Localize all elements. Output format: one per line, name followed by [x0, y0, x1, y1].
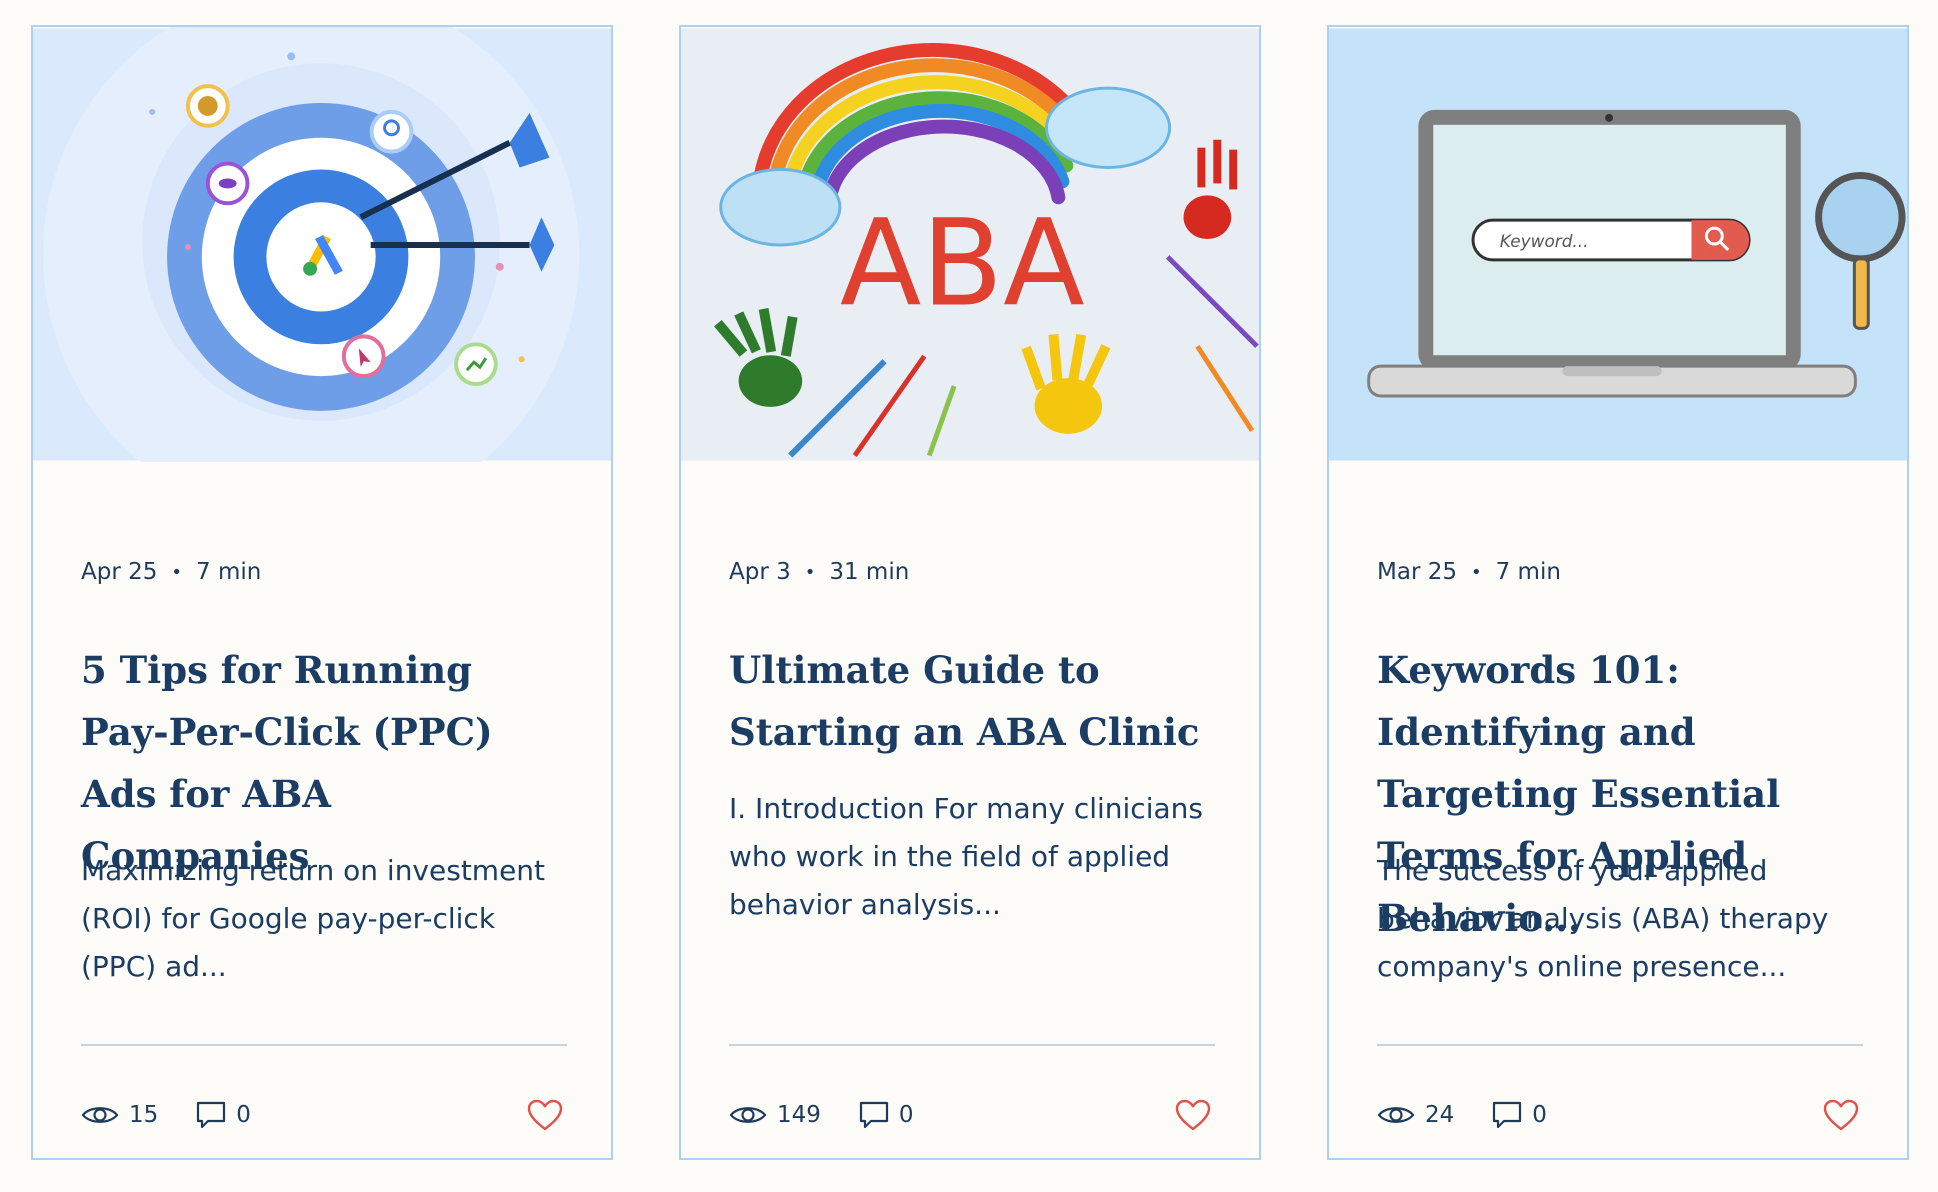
google-ads-target-illustration	[33, 27, 611, 462]
post-date: Apr 3	[729, 559, 791, 585]
eye-icon	[1377, 1107, 1415, 1123]
post-stats: 24 0	[1377, 1097, 1547, 1133]
post-date: Mar 25	[1377, 559, 1457, 585]
aba-rainbow-handprints-illustration: ABA	[681, 28, 1259, 461]
views-stat: 149	[729, 1102, 821, 1128]
post-excerpt[interactable]: Maximizing return on investment (ROI) fo…	[81, 847, 571, 991]
like-button[interactable]	[1823, 1099, 1859, 1131]
comment-icon	[197, 1101, 226, 1129]
post-cover-image[interactable]: ABA	[681, 27, 1259, 462]
eye-icon	[729, 1107, 767, 1123]
heart-icon	[1175, 1099, 1211, 1131]
post-title[interactable]: Ultimate Guide to Starting an ABA Clinic	[729, 639, 1219, 763]
post-cover-image[interactable]: Keyword...	[1329, 27, 1907, 462]
comment-icon	[859, 1101, 889, 1129]
post-read-time: 31 min	[829, 559, 910, 585]
laptop-keyword-search-illustration: Keyword...	[1329, 28, 1907, 461]
comments-stat[interactable]: 0	[859, 1101, 914, 1129]
cover-text: Keyword...	[1500, 231, 1589, 251]
post-meta: Apr 25 • 7 min	[81, 559, 261, 585]
comments-count: 0	[236, 1102, 251, 1128]
views-count: 15	[129, 1102, 159, 1128]
post-stats: 149 0	[729, 1097, 914, 1133]
comments-count: 0	[898, 1102, 914, 1128]
post-meta: Mar 25 • 7 min	[1377, 559, 1561, 585]
meta-separator: •	[804, 561, 816, 583]
views-stat: 15	[81, 1102, 158, 1128]
like-button[interactable]	[527, 1099, 563, 1131]
post-read-time: 7 min	[1495, 559, 1561, 585]
post-card-1[interactable]: Apr 25 • 7 min 5 Tips for Running Pay-Pe…	[31, 25, 613, 1160]
cover-text: ABA	[840, 195, 1085, 334]
views-stat: 24	[1377, 1102, 1454, 1128]
comments-stat[interactable]: 0	[1492, 1101, 1547, 1129]
meta-separator: •	[1470, 561, 1482, 583]
card-divider	[81, 1044, 567, 1046]
like-button[interactable]	[1175, 1099, 1211, 1131]
post-card-2[interactable]: ABA Apr 3 • 31 min Ultimate Guide to Sta…	[679, 25, 1261, 1160]
heart-icon	[1823, 1099, 1859, 1131]
comment-icon	[1493, 1101, 1522, 1129]
card-divider	[1377, 1044, 1863, 1046]
post-excerpt[interactable]: The success of your applied behavior ana…	[1377, 847, 1867, 991]
heart-icon	[527, 1099, 563, 1131]
post-excerpt[interactable]: I. Introduction For many clinicians who …	[729, 785, 1219, 929]
comments-stat[interactable]: 0	[196, 1101, 251, 1129]
post-date: Apr 25	[81, 559, 158, 585]
card-divider	[729, 1044, 1215, 1046]
meta-separator: •	[171, 561, 182, 583]
post-cover-image[interactable]	[33, 27, 611, 462]
eye-icon	[81, 1107, 119, 1123]
post-card-3[interactable]: Keyword... Mar 25 • 7 min Keywords 101: …	[1327, 25, 1909, 1160]
post-read-time: 7 min	[196, 559, 262, 585]
comments-count: 0	[1532, 1102, 1547, 1128]
views-count: 149	[777, 1102, 821, 1128]
post-meta: Apr 3 • 31 min	[729, 559, 909, 585]
views-count: 24	[1425, 1102, 1455, 1128]
post-stats: 15 0	[81, 1097, 251, 1133]
